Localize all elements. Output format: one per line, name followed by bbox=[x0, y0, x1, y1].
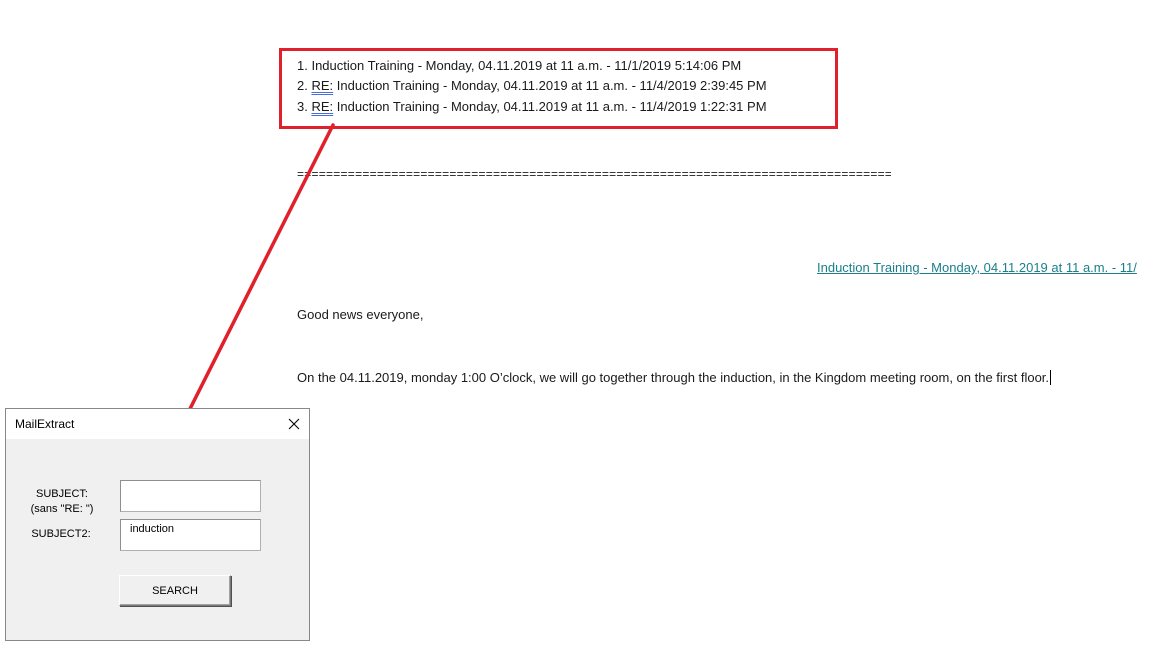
body-text: On the 04.11.2019, monday 1:00 O’clock, … bbox=[297, 370, 1050, 385]
mail-link[interactable]: Induction Training - Monday, 04.11.2019 … bbox=[817, 260, 1137, 276]
close-icon bbox=[288, 418, 300, 430]
dialog-title: MailExtract bbox=[15, 417, 75, 431]
greeting-text: Good news everyone, bbox=[297, 307, 424, 322]
subject2-input[interactable] bbox=[120, 519, 261, 551]
dialog-titlebar[interactable]: MailExtract bbox=[6, 409, 309, 439]
mailextract-dialog: MailExtract SUBJECT: (sans "RE: ") SUBJE… bbox=[5, 408, 310, 641]
separator-line: ========================================… bbox=[297, 167, 891, 181]
subject-input[interactable] bbox=[120, 480, 261, 512]
text-caret bbox=[1050, 370, 1052, 385]
subject-label: SUBJECT: bbox=[36, 488, 88, 500]
highlight-box bbox=[279, 48, 838, 129]
subject-sublabel: (sans "RE: ") bbox=[30, 503, 94, 515]
body-text-line[interactable]: On the 04.11.2019, monday 1:00 O’clock, … bbox=[297, 370, 1052, 386]
subject2-label: SUBJECT2: bbox=[31, 528, 91, 540]
close-button[interactable] bbox=[285, 415, 303, 433]
search-button[interactable]: SEARCH bbox=[119, 575, 231, 606]
